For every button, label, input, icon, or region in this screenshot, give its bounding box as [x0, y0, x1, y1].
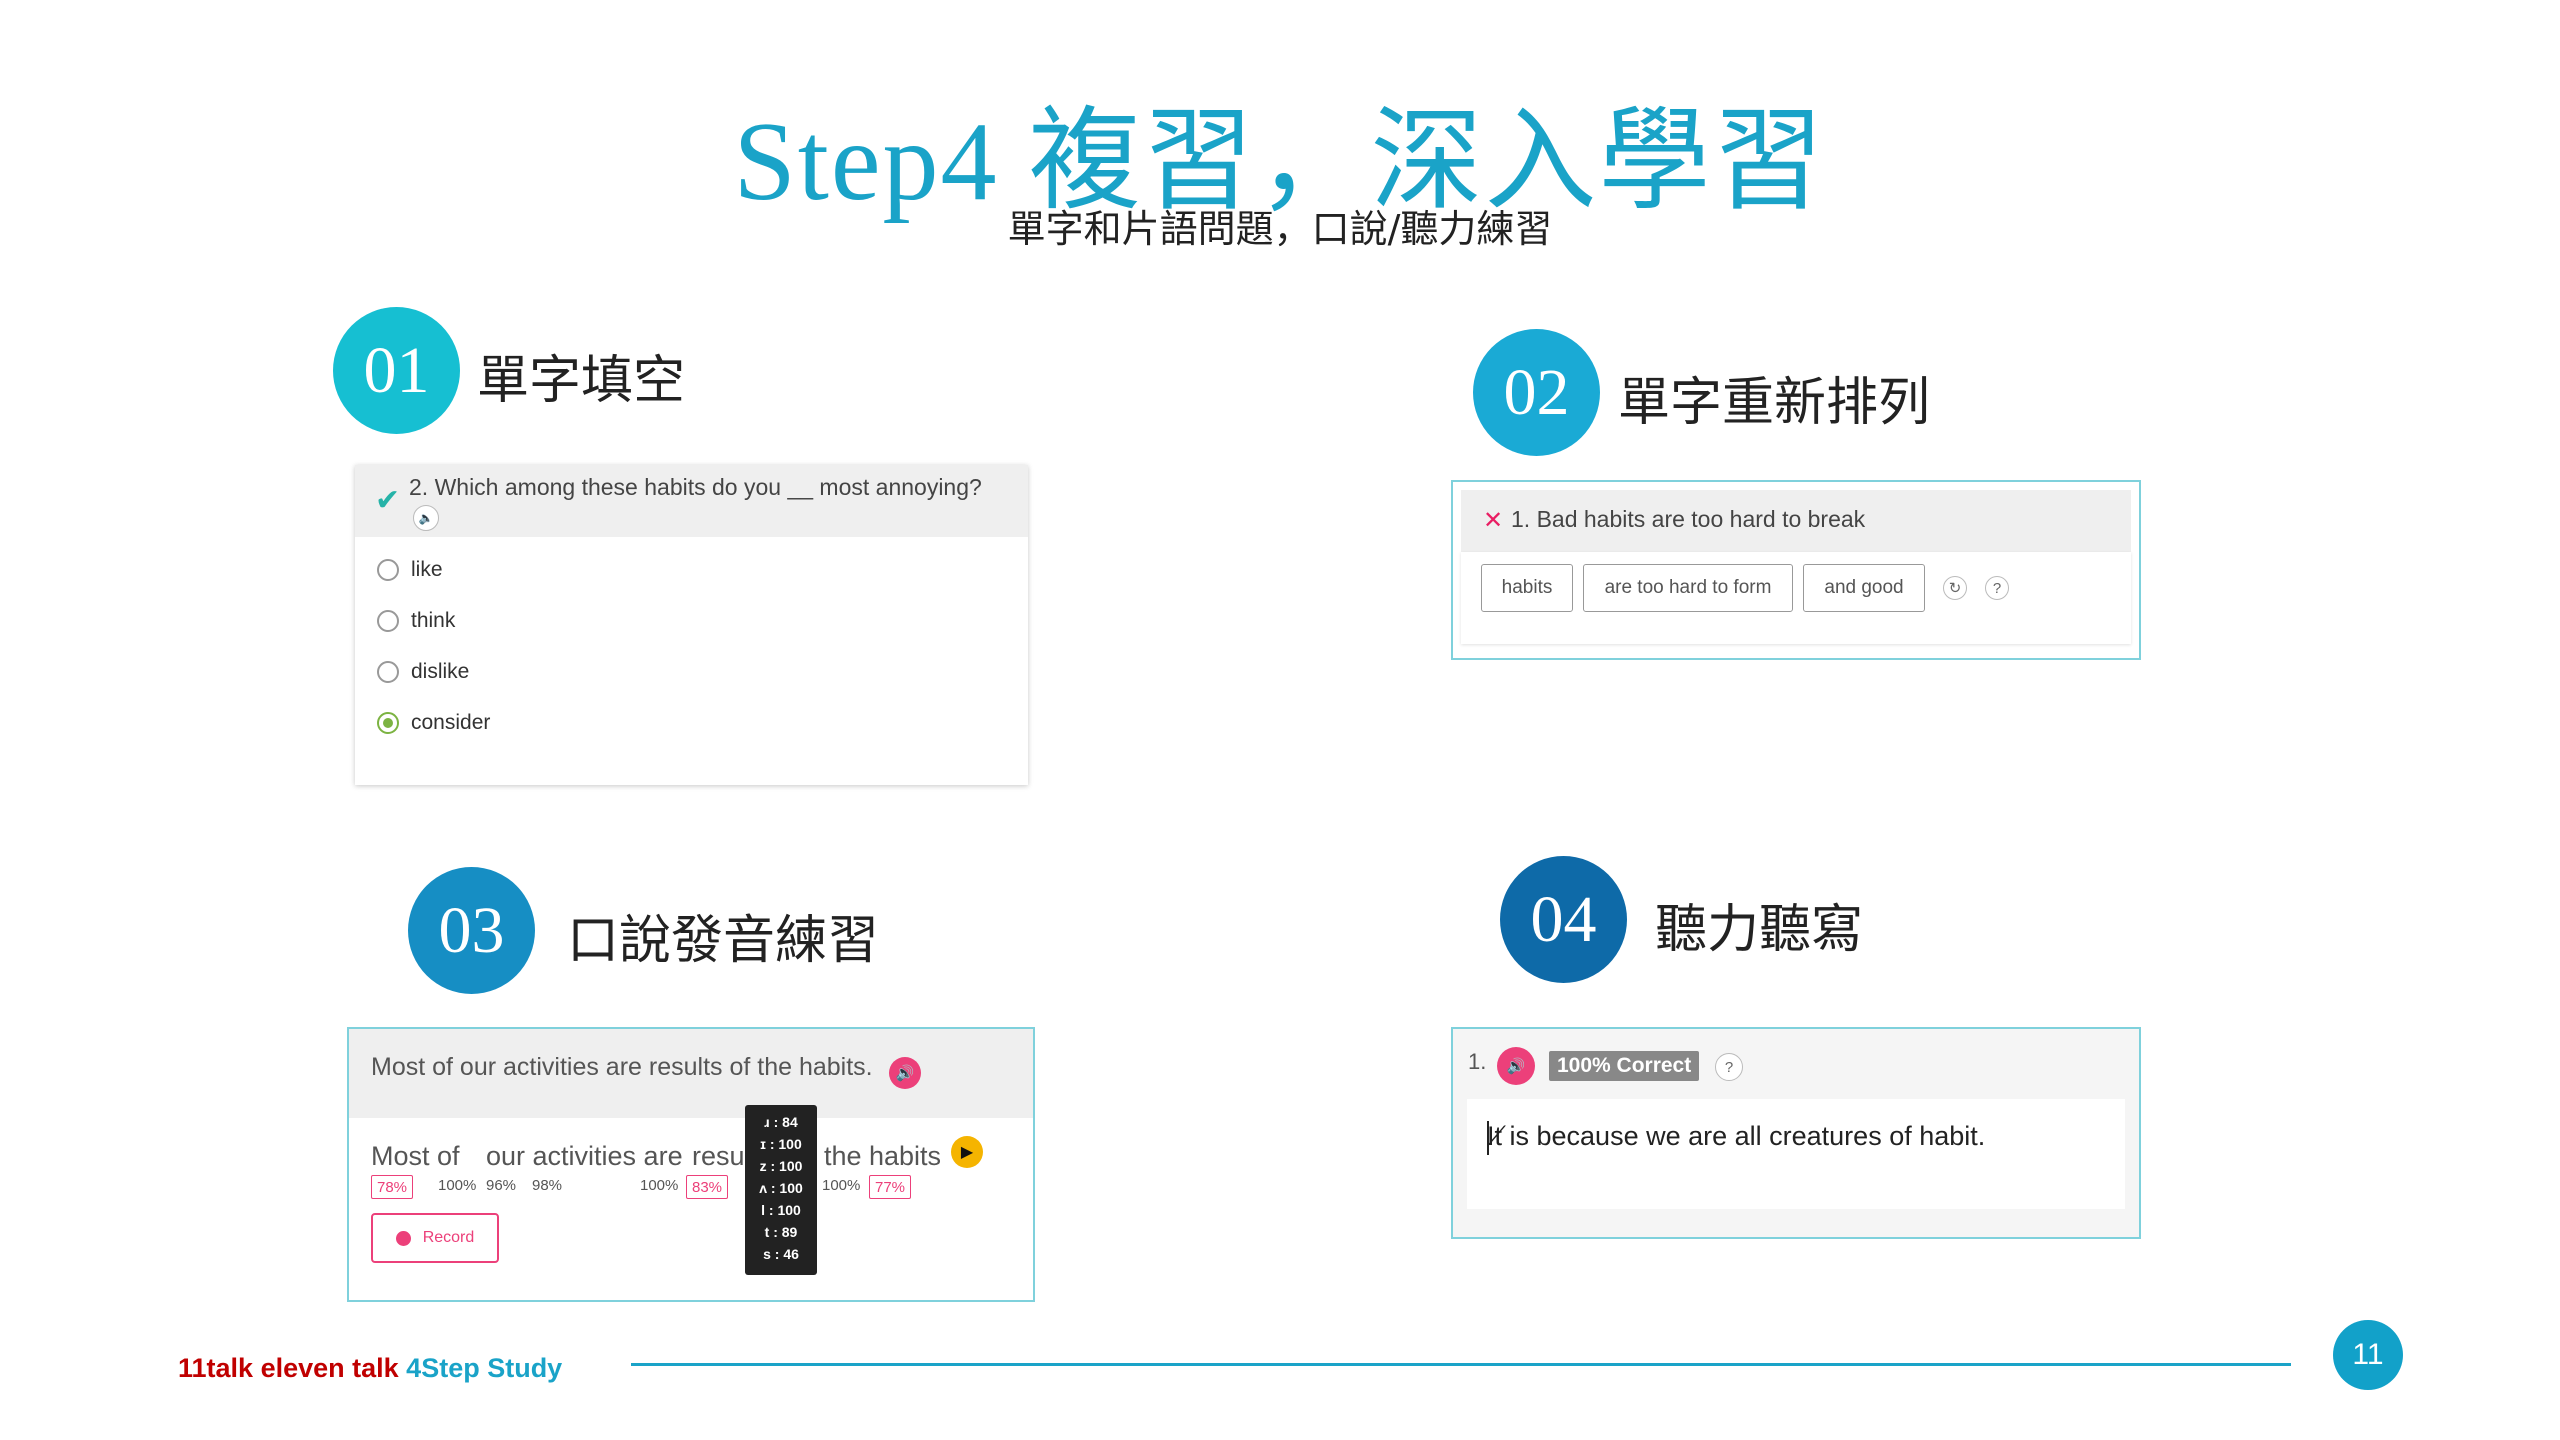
- step-04-badge: 04: [1500, 856, 1627, 983]
- step-03-number: 03: [438, 893, 505, 967]
- page-number: 11: [2333, 1320, 2403, 1390]
- option-label: think: [411, 609, 456, 632]
- phoneme-score: l : 100: [761, 1202, 801, 1218]
- score-text: 98%: [532, 1177, 563, 1194]
- question-number: 1.: [1468, 1049, 1487, 1074]
- score-box: 83%: [686, 1175, 729, 1199]
- step-04-number: 04: [1530, 882, 1597, 956]
- reset-icon[interactable]: ↻: [1943, 576, 1967, 600]
- score-text: 100%: [640, 1177, 679, 1194]
- question-header: ✔ 2. Which among these habits do you __ …: [355, 465, 1028, 537]
- step-01-label: 單字填空: [477, 351, 686, 411]
- score-text: 100%: [822, 1177, 861, 1194]
- correct-badge: 100% Correct: [1549, 1051, 1700, 1081]
- radio-button[interactable]: [377, 610, 399, 632]
- question-header: ✕ 1. Bad habits are too hard to break: [1461, 490, 2131, 552]
- footer-divider: [631, 1363, 2291, 1366]
- dictation-card: 1. 🔊 100% Correct ? It is because we are…: [1451, 1027, 2141, 1239]
- check-icon: ✔: [375, 484, 401, 517]
- help-icon[interactable]: ?: [1715, 1053, 1743, 1081]
- step-04-label: 聽力聽寫: [1655, 900, 1864, 960]
- option-like[interactable]: like: [377, 558, 443, 582]
- option-label: like: [411, 558, 443, 581]
- sentence-header: Most of our activities are results of th…: [349, 1029, 1033, 1118]
- step-03-badge: 03: [408, 867, 535, 994]
- radio-button[interactable]: [377, 661, 399, 683]
- cross-icon: ✕: [1483, 507, 1504, 534]
- record-button[interactable]: Record: [371, 1213, 499, 1263]
- help-mark: ?: [1724, 1058, 1734, 1076]
- fill-blank-card: ✔ 2. Which among these habits do you __ …: [355, 465, 1028, 785]
- record-label: Record: [422, 1229, 475, 1246]
- score-text: 96%: [486, 1177, 517, 1194]
- word-the: the: [824, 1141, 862, 1171]
- brand-name: 11talk eleven talk: [178, 1353, 399, 1383]
- word-habits: habits: [869, 1141, 942, 1171]
- score-text: 100%: [438, 1177, 477, 1194]
- phoneme-score: t : 89: [764, 1224, 798, 1240]
- speaker-icon[interactable]: 🔈: [413, 505, 439, 531]
- step-01-number: 01: [363, 333, 430, 407]
- help-mark: ?: [1992, 579, 2002, 597]
- play-icon[interactable]: ▶: [951, 1136, 983, 1168]
- brand-study: 4Step Study: [406, 1353, 563, 1383]
- radio-button-selected[interactable]: [377, 712, 399, 734]
- record-dot-icon: [395, 1230, 411, 1246]
- chip-area: habits are too hard to form and good ↻ ?: [1461, 552, 2131, 644]
- word-our-activities-are: our activities are: [486, 1141, 683, 1171]
- question-text: 1. Bad habits are too hard to break: [1511, 506, 1866, 532]
- resize-handle-icon[interactable]: ⟋: [1487, 1121, 2119, 1203]
- score-box: 78%: [371, 1175, 414, 1199]
- speaker-icon[interactable]: 🔊: [889, 1057, 921, 1089]
- speaking-card: Most of our activities are results of th…: [347, 1027, 1035, 1302]
- step-02-number: 02: [1503, 355, 1570, 429]
- footer-brand: 11talk eleven talk 4Step Study: [178, 1353, 562, 1384]
- speaker-icon[interactable]: 🔊: [1497, 1047, 1535, 1085]
- step-03-label: 口說發音練習: [567, 911, 880, 971]
- step-02-badge: 02: [1473, 329, 1600, 456]
- step-02-label: 單字重新排列: [1618, 373, 1931, 433]
- option-consider[interactable]: consider: [377, 711, 490, 735]
- page-subtitle: 單字和片語問題，口說/聽力練習: [1007, 207, 1553, 251]
- option-dislike[interactable]: dislike: [377, 660, 469, 684]
- radio-button[interactable]: [377, 559, 399, 581]
- sentence-text: Most of our activities are results of th…: [371, 1053, 873, 1081]
- word-results-partial: resul: [692, 1141, 751, 1171]
- score-box: 77%: [869, 1175, 912, 1199]
- rearrange-card: ✕ 1. Bad habits are too hard to break ha…: [1451, 480, 2141, 660]
- answer-textarea[interactable]: It is because we are all creatures of ha…: [1467, 1099, 2125, 1209]
- word-chip[interactable]: and good: [1803, 564, 1925, 612]
- phoneme-score: ɪ : 100: [760, 1136, 802, 1152]
- phoneme-score: ɹ : 84: [764, 1114, 798, 1130]
- option-label: dislike: [411, 660, 470, 683]
- phoneme-score: z : 100: [759, 1158, 803, 1174]
- phoneme-score: s : 46: [763, 1246, 799, 1262]
- question-text: 2. Which among these habits do you __ mo…: [409, 474, 982, 500]
- word-chip[interactable]: habits: [1481, 564, 1573, 612]
- word-most-of: Most of: [371, 1141, 460, 1171]
- word-chip[interactable]: are too hard to form: [1583, 564, 1793, 612]
- phoneme-score: ʌ : 100: [759, 1180, 803, 1196]
- phoneme-tooltip: ɹ : 84 ɪ : 100 z : 100 ʌ : 100 l : 100 t…: [745, 1105, 817, 1275]
- help-icon[interactable]: ?: [1985, 576, 2009, 600]
- option-think[interactable]: think: [377, 609, 455, 633]
- step-01-badge: 01: [333, 307, 460, 434]
- option-label: consider: [411, 711, 491, 734]
